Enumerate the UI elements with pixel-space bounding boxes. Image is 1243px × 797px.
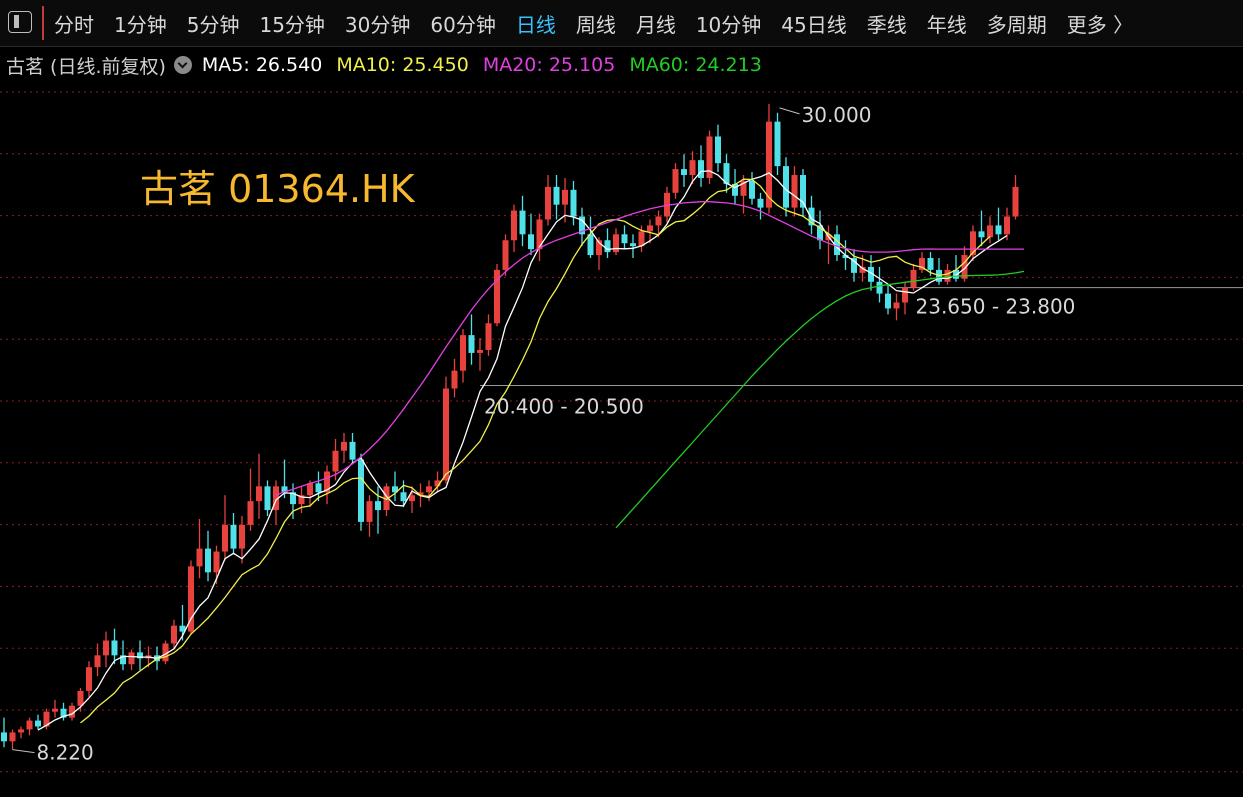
candle-body — [749, 180, 755, 199]
candle-body — [689, 160, 696, 176]
high-marker — [779, 107, 800, 115]
candlestick-chart: 古茗 01364.HK 30.000 8.220 23.650 - 23.800 20.… — [0, 91, 1243, 773]
candle-body — [757, 198, 764, 208]
chart-title: 古茗 01364.HK — [140, 167, 416, 211]
candle-body — [876, 281, 883, 294]
candle-body — [528, 234, 534, 250]
candle-body — [349, 441, 356, 460]
candle-body — [35, 720, 41, 727]
candle-body — [519, 210, 526, 235]
candle-body — [358, 459, 364, 522]
candle-body — [111, 640, 118, 656]
candle-body — [774, 121, 781, 167]
candle-body — [443, 388, 449, 481]
high-label: 30.000 — [802, 103, 872, 127]
gap-lower-label: 20.400 - 20.500 — [484, 395, 644, 419]
ma5-line — [37, 170, 1008, 731]
candle-body — [77, 690, 84, 706]
candle-body — [715, 136, 721, 164]
candle-body — [26, 720, 33, 730]
candle-body — [426, 486, 432, 493]
candle-body — [86, 667, 92, 691]
candle-body — [672, 169, 679, 193]
candle-body — [791, 175, 798, 208]
candle-body — [222, 524, 228, 552]
candle-body — [893, 302, 900, 309]
candle-body — [239, 524, 245, 549]
candle-body — [128, 652, 135, 665]
candle-body — [230, 524, 237, 549]
candle-body — [196, 548, 203, 567]
candle-body — [885, 293, 891, 309]
candle-body — [613, 234, 619, 253]
candle-body — [927, 258, 934, 270]
candle-body — [647, 225, 653, 232]
ma20-line — [275, 201, 1024, 496]
candle-body — [902, 287, 908, 303]
candle-body — [477, 349, 483, 353]
candle-body — [307, 483, 313, 496]
candle-body — [570, 189, 577, 217]
candle-body — [205, 548, 211, 573]
candle-body — [621, 234, 628, 244]
candle-body — [94, 655, 101, 668]
candle-body — [1004, 216, 1010, 235]
low-label: 8.220 — [37, 741, 94, 765]
candle-body — [1012, 186, 1019, 217]
candle-body — [366, 501, 373, 522]
candle-body — [9, 732, 16, 742]
candle-body — [247, 501, 254, 525]
candle-body — [995, 225, 1002, 235]
candle-body — [485, 323, 492, 350]
candle-body — [451, 370, 458, 389]
candle-body — [103, 640, 109, 656]
candle-body — [460, 335, 466, 371]
candle-body — [400, 492, 407, 502]
candle-body — [604, 240, 611, 253]
candle-body — [987, 225, 993, 238]
candle-body — [681, 169, 687, 176]
candle-body — [375, 501, 381, 511]
candle-body — [562, 189, 568, 205]
candle-body — [511, 210, 517, 241]
candle-body — [910, 269, 917, 288]
candle-body — [409, 495, 415, 502]
candle-body — [502, 240, 509, 270]
low-marker — [12, 749, 35, 754]
candle-body — [256, 486, 262, 502]
candle-body — [553, 186, 560, 205]
candle-body — [655, 216, 662, 226]
candle-body — [545, 186, 551, 220]
candle-body — [587, 234, 594, 256]
candle-body — [264, 486, 271, 511]
candle-body — [315, 483, 322, 493]
candle-body — [171, 625, 177, 644]
candle-body — [698, 160, 704, 178]
candle-body — [18, 729, 24, 733]
candle-body — [341, 441, 347, 451]
candle-body — [332, 450, 339, 472]
candle-body — [468, 335, 475, 353]
candle-body — [213, 551, 220, 573]
gap-upper-label: 23.650 - 23.800 — [916, 295, 1076, 319]
candle-body — [52, 708, 58, 712]
candle-body — [630, 243, 636, 247]
candle-body — [1, 732, 7, 742]
candle-body — [978, 231, 985, 238]
candle-body — [944, 269, 951, 282]
